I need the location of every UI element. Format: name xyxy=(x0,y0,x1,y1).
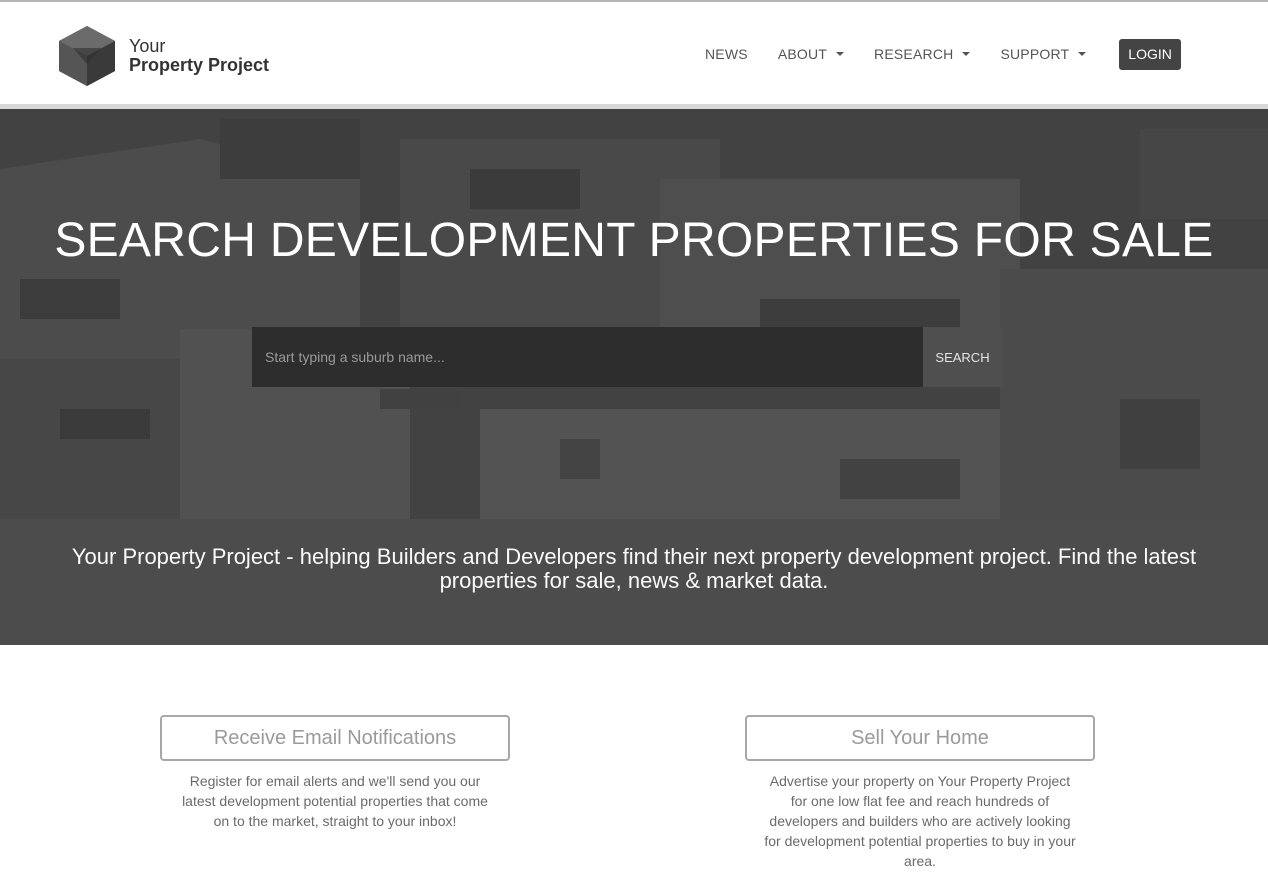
hero-title-container: SEARCH DEVELOPMENT PROPERTIES FOR SALE xyxy=(0,213,1268,268)
sell-your-home-description: Advertise your property on Your Property… xyxy=(764,773,1076,869)
search-bar: SEARCH xyxy=(252,327,1002,387)
caret-down-icon xyxy=(836,52,845,56)
email-notifications-button[interactable]: Receive Email Notifications xyxy=(160,715,510,761)
feature-sell-your-home: Sell Your Home Advertise your property o… xyxy=(745,715,1095,871)
caret-down-icon xyxy=(962,52,971,56)
email-notifications-description: Register for email alerts and we'll send… xyxy=(182,773,488,829)
nav-research[interactable]: RESEARCH xyxy=(859,38,985,70)
caret-down-icon xyxy=(1078,52,1087,56)
site-logo[interactable]: Your Property Project xyxy=(55,24,269,88)
nav-news-label: NEWS xyxy=(705,46,748,62)
hero-title: SEARCH DEVELOPMENT PROPERTIES FOR SALE xyxy=(54,214,1214,267)
logo-line-1: Your xyxy=(129,36,166,56)
tagline-band: Your Property Project - helping Builders… xyxy=(0,519,1268,645)
main-nav: NEWS ABOUT RESEARCH SUPPORT LOGIN xyxy=(690,38,1181,70)
cube-icon xyxy=(59,26,115,86)
features-section: Receive Email Notifications Register for… xyxy=(0,645,1268,886)
nav-support[interactable]: SUPPORT xyxy=(985,38,1101,70)
logo-text: Your Property Project xyxy=(129,37,269,75)
nav-about[interactable]: ABOUT xyxy=(763,38,859,70)
feature-email-notifications: Receive Email Notifications Register for… xyxy=(160,715,510,831)
logo-line-2: Property Project xyxy=(129,55,270,75)
login-button[interactable]: LOGIN xyxy=(1119,38,1181,70)
sell-your-home-button[interactable]: Sell Your Home xyxy=(745,715,1095,761)
nav-research-label: RESEARCH xyxy=(874,46,954,62)
search-button[interactable]: SEARCH xyxy=(923,327,1002,387)
site-header: Your Property Project NEWS ABOUT RESEARC… xyxy=(0,2,1268,104)
nav-news[interactable]: NEWS xyxy=(690,38,763,70)
tagline-text: Your Property Project - helping Builders… xyxy=(71,544,1197,593)
suburb-search-input[interactable] xyxy=(252,327,923,387)
nav-about-label: ABOUT xyxy=(777,46,828,62)
hero-background-image xyxy=(0,109,1268,519)
hero-banner: SEARCH DEVELOPMENT PROPERTIES FOR SALE S… xyxy=(0,109,1268,519)
nav-support-label: SUPPORT xyxy=(1000,46,1070,62)
